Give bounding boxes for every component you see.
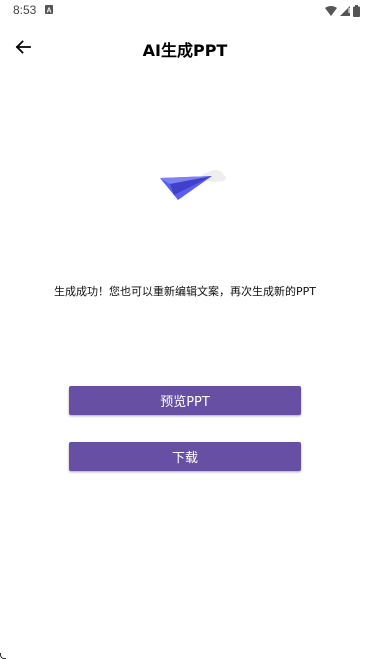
screen: 8:53 A AI生成PPT 生成成功！您也可以重新编辑文案，再次生成新的PPT… xyxy=(0,0,370,659)
preview-ppt-button[interactable]: 预览PPT xyxy=(69,386,301,415)
svg-text:A: A xyxy=(46,8,51,15)
notification-a-icon: A xyxy=(45,5,53,14)
battery-icon xyxy=(353,5,360,17)
status-bar: 8:53 A xyxy=(0,0,370,22)
status-icons xyxy=(325,4,360,18)
wifi-icon xyxy=(325,6,337,16)
download-button[interactable]: 下载 xyxy=(69,442,301,471)
signal-icon xyxy=(340,6,350,16)
page-title: AI生成PPT xyxy=(142,41,228,60)
status-time: 8:53 xyxy=(13,3,37,17)
success-message: 生成成功！您也可以重新编辑文案，再次生成新的PPT xyxy=(54,285,316,298)
screen-corner xyxy=(0,653,6,659)
paper-plane-icon xyxy=(160,170,226,200)
app-bar: AI生成PPT xyxy=(0,28,370,68)
